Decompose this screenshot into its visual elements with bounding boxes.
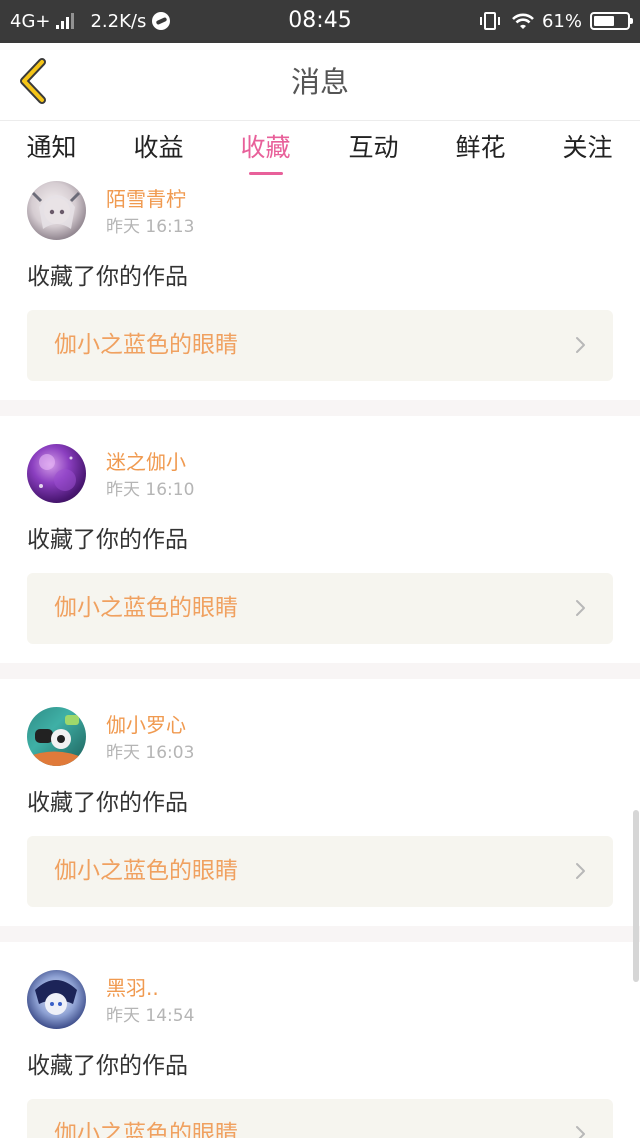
chevron-right-icon [576, 863, 585, 879]
tab-interactions[interactable]: 互动 [320, 121, 427, 179]
list-item: 伽小罗心 昨天 16:03 收藏了你的作品 伽小之蓝色的眼睛 [0, 679, 640, 907]
work-title: 伽小之蓝色的眼睛 [54, 1121, 238, 1138]
tab-bar: 通知 收益 收藏 互动 鲜花 关注 [0, 121, 640, 179]
wifi-icon [512, 13, 534, 29]
username[interactable]: 伽小罗心 [106, 713, 186, 737]
tab-notifications[interactable]: 通知 [0, 121, 105, 179]
work-link[interactable]: 伽小之蓝色的眼睛 [27, 1099, 613, 1138]
action-text: 收藏了你的作品 [27, 264, 188, 290]
timestamp: 昨天 16:03 [106, 743, 195, 763]
action-text: 收藏了你的作品 [27, 790, 188, 816]
work-link[interactable]: 伽小之蓝色的眼睛 [27, 573, 613, 644]
avatar[interactable] [27, 707, 86, 766]
tab-following[interactable]: 关注 [534, 121, 640, 179]
divider [0, 663, 640, 679]
avatar[interactable] [27, 970, 86, 1029]
username[interactable]: 陌雪青柠 [106, 187, 186, 211]
work-title: 伽小之蓝色的眼睛 [54, 595, 238, 621]
battery-fill [594, 16, 614, 26]
page-title: 消息 [290, 65, 349, 99]
divider [0, 926, 640, 942]
scrollbar[interactable] [633, 810, 639, 982]
chevron-right-icon [576, 1126, 585, 1138]
chevron-right-icon [576, 337, 585, 353]
work-link[interactable]: 伽小之蓝色的眼睛 [27, 836, 613, 907]
avatar[interactable] [27, 444, 86, 503]
status-bar: 4G+ 2.2K/s 08:45 61% [0, 0, 640, 43]
status-right: 61% [479, 8, 633, 34]
timestamp: 昨天 14:54 [106, 1006, 195, 1026]
list-item: 黑羽.. 昨天 14:54 收藏了你的作品 伽小之蓝色的眼睛 [0, 942, 640, 1138]
title-bar: 消息 [0, 43, 640, 121]
action-text: 收藏了你的作品 [27, 1053, 188, 1079]
list-item: 陌雪青柠 昨天 16:13 收藏了你的作品 伽小之蓝色的眼睛 [0, 179, 640, 400]
tab-favorites[interactable]: 收藏 [212, 121, 319, 179]
battery-icon [590, 12, 633, 30]
work-title: 伽小之蓝色的眼睛 [54, 332, 238, 358]
divider [0, 400, 640, 416]
timestamp: 昨天 16:10 [106, 480, 195, 500]
active-tab-indicator [249, 172, 283, 175]
timestamp: 昨天 16:13 [106, 217, 195, 237]
tab-flowers[interactable]: 鲜花 [427, 121, 534, 179]
avatar[interactable] [27, 181, 86, 240]
message-feed: 陌雪青柠 昨天 16:13 收藏了你的作品 伽小之蓝色的眼睛 迷之伽小 昨天 1… [0, 179, 640, 1138]
tab-earnings[interactable]: 收益 [105, 121, 212, 179]
username[interactable]: 黑羽.. [106, 976, 159, 1000]
vibrate-icon [479, 12, 500, 30]
battery-percent: 61% [541, 10, 582, 32]
list-item: 迷之伽小 昨天 16:10 收藏了你的作品 伽小之蓝色的眼睛 [0, 416, 640, 644]
username[interactable]: 迷之伽小 [106, 450, 186, 474]
chevron-right-icon [576, 600, 585, 616]
action-text: 收藏了你的作品 [27, 527, 188, 553]
work-title: 伽小之蓝色的眼睛 [54, 858, 238, 884]
work-link[interactable]: 伽小之蓝色的眼睛 [27, 310, 613, 381]
